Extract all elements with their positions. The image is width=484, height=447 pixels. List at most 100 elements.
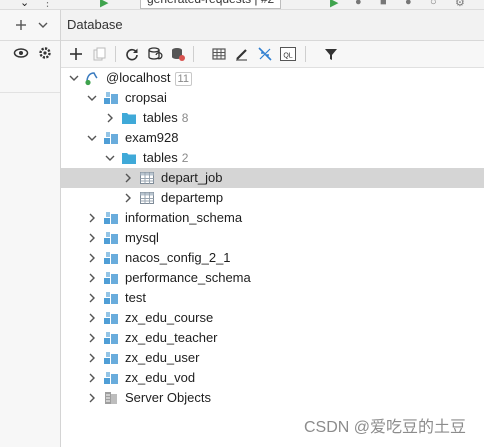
schema-icon [103, 310, 119, 326]
svg-text:QL: QL [283, 53, 292, 60]
tree-node-label: nacos_config_2_1 [125, 250, 231, 265]
tree-node-schema[interactable]: information_schema [61, 208, 484, 228]
search-icon[interactable]: ○ [430, 0, 437, 8]
panel-header: Database [61, 10, 484, 41]
tree-node-schema[interactable]: performance_schema [61, 268, 484, 288]
server-objects-icon [103, 390, 119, 406]
tree-node-schema[interactable]: test [61, 288, 484, 308]
chevron-right-icon[interactable] [85, 231, 99, 245]
chevron-down-icon[interactable] [34, 16, 52, 34]
divider [0, 40, 60, 41]
chevron-right-icon[interactable] [85, 211, 99, 225]
tree-node-schema[interactable]: zx_edu_teacher [61, 328, 484, 348]
tree-node-label: performance_schema [125, 270, 251, 285]
mysql-datasource-icon [84, 70, 100, 86]
tree-node-schema-exam928[interactable]: exam928 [61, 128, 484, 148]
schema-icon [103, 90, 119, 106]
schema-icon [103, 210, 119, 226]
tree-node-label: cropsai [125, 90, 167, 105]
tree-node-schema[interactable]: zx_edu_vod [61, 368, 484, 388]
divider [0, 92, 60, 93]
folder-icon [121, 110, 137, 126]
tree-node-schema[interactable]: zx_edu_course [61, 308, 484, 328]
tree-node-localhost[interactable]: @localhost 11 [61, 68, 484, 88]
toolbar-separator [115, 46, 116, 62]
tree-node-label: zx_edu_teacher [125, 330, 218, 345]
tree-node-label: tables [143, 150, 178, 165]
chevron-right-icon[interactable] [85, 291, 99, 305]
tree-node-table-departemp[interactable]: departemp [61, 188, 484, 208]
jump-to-source-icon[interactable] [255, 44, 275, 64]
tree-node-tables-folder[interactable]: tables 2 [61, 148, 484, 168]
add-icon[interactable] [66, 44, 86, 64]
chevron-right-icon[interactable] [85, 251, 99, 265]
table-icon [139, 170, 155, 186]
query-console-icon[interactable]: QL [278, 44, 298, 64]
stop-icon[interactable]: ■ [380, 0, 387, 8]
tree-node-schema[interactable]: nacos_config_2_1 [61, 248, 484, 268]
eye-icon[interactable] [12, 44, 30, 62]
chevron-right-icon[interactable] [85, 391, 99, 405]
coverage-icon[interactable]: ● [405, 0, 412, 8]
tree-node-table-depart-job[interactable]: depart_job [61, 168, 484, 188]
tree-node-label: zx_edu_course [125, 310, 214, 325]
editor-tab[interactable]: generated-requests | #2 [140, 0, 282, 9]
gear-icon[interactable] [36, 44, 54, 62]
folder-icon [121, 150, 137, 166]
filter-icon[interactable] [321, 44, 341, 64]
chevron-right-icon[interactable] [85, 371, 99, 385]
schema-icon [103, 330, 119, 346]
tree-node-label: mysql [125, 230, 159, 245]
run-small-icon[interactable]: ▶ [330, 0, 338, 9]
schema-icon [103, 270, 119, 286]
children-count: 8 [181, 111, 189, 125]
duplicate-icon[interactable] [90, 44, 110, 64]
chevron-right-icon[interactable] [85, 311, 99, 325]
tree-node-label: test [125, 290, 146, 305]
database-panel: Database QL @localhost 11 cropsai tables… [61, 10, 484, 447]
table-icon [139, 190, 155, 206]
chevron-right-icon[interactable] [85, 271, 99, 285]
toolbar-separator [305, 46, 306, 62]
tree-node-label: zx_edu_vod [125, 370, 196, 385]
chevron-down-icon[interactable] [67, 71, 81, 85]
chevron-right-icon[interactable] [85, 331, 99, 345]
refresh-icon[interactable] [122, 44, 142, 64]
tree-node-schema-cropsai[interactable]: cropsai [61, 88, 484, 108]
editor-tab-strip: ⌄ ⋮ ▶ generated-requests | #2 ▶ ● ■ ● ○ … [0, 0, 484, 10]
tree-node-server-objects[interactable]: Server Objects [61, 388, 484, 408]
toolbar-separator [193, 46, 194, 62]
tree-node-label: tables [143, 110, 178, 125]
edit-icon[interactable] [232, 44, 252, 64]
tree-node-label: Server Objects [125, 390, 211, 405]
tree-node-label: exam928 [125, 130, 179, 145]
settings-icon[interactable]: ⚙ [455, 0, 465, 9]
chevron-down-icon[interactable] [85, 131, 99, 145]
chevron-right-icon[interactable] [121, 171, 135, 185]
chevron-down-icon[interactable] [85, 91, 99, 105]
collapse-all-icon[interactable] [12, 16, 30, 34]
schema-icon [103, 130, 119, 146]
schema-icon [103, 350, 119, 366]
schema-icon [103, 230, 119, 246]
tree-node-tables-folder[interactable]: tables 8 [61, 108, 484, 128]
chevron-right-icon[interactable] [121, 191, 135, 205]
watermark: CSDN @爱吃豆的土豆 [303, 419, 466, 436]
more-icon[interactable]: ⋮ [42, 0, 53, 9]
datasource-properties-icon[interactable] [168, 44, 188, 64]
tree-node-schema[interactable]: zx_edu_user [61, 348, 484, 368]
tree-node-schema[interactable]: mysql [61, 228, 484, 248]
tree-node-label: information_schema [125, 210, 243, 225]
chevron-down-icon[interactable] [103, 151, 117, 165]
run-icon[interactable]: ▶ [100, 0, 108, 9]
table-view-icon[interactable] [209, 44, 229, 64]
schema-icon [103, 290, 119, 306]
tree-node-label: depart_job [161, 170, 223, 185]
schema-icon [103, 370, 119, 386]
chevron-right-icon[interactable] [103, 111, 117, 125]
tree-node-label: departemp [161, 190, 224, 205]
debug-icon[interactable]: ● [355, 0, 362, 8]
chevron-down-icon[interactable]: ⌄ [20, 0, 29, 9]
schema-sync-icon[interactable] [145, 44, 165, 64]
chevron-right-icon[interactable] [85, 351, 99, 365]
